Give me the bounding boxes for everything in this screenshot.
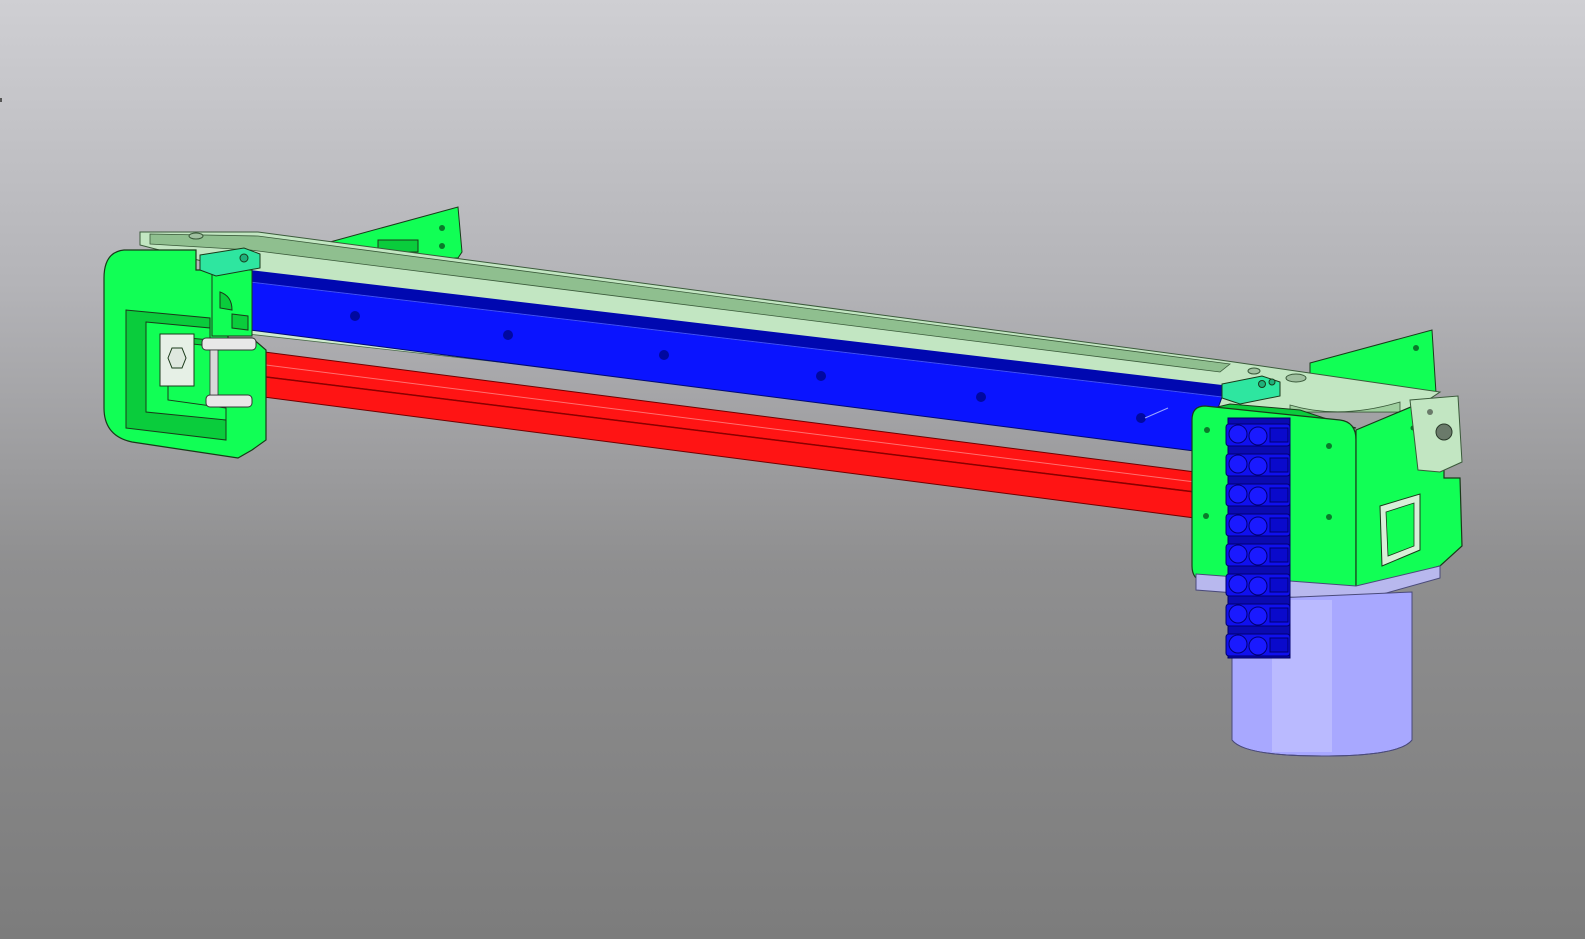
rail-mount-hole (503, 330, 513, 340)
rail-mount-hole (816, 371, 826, 381)
rail-mount-hole (1136, 413, 1146, 423)
terminal-block-level[interactable] (1225, 543, 1291, 567)
rail-mount-hole (976, 392, 986, 402)
rail-mount-hole (350, 311, 360, 321)
terminal-block-level[interactable] (1225, 633, 1291, 657)
terminal-block-level[interactable] (1225, 573, 1291, 597)
terminal-block[interactable] (1225, 417, 1291, 659)
terminal-block-level[interactable] (1225, 483, 1291, 507)
top-plate-end[interactable] (1409, 395, 1463, 473)
terminal-block-level[interactable] (1225, 453, 1291, 477)
rail-mount-hole (659, 350, 669, 360)
cad-3d-viewport[interactable] (0, 0, 1585, 939)
terminal-block-level[interactable] (1225, 423, 1291, 447)
viewport-edge-marker (0, 98, 2, 102)
terminal-block-level[interactable] (1225, 603, 1291, 627)
terminal-block-level[interactable] (1225, 513, 1291, 537)
cad-model-scene[interactable] (0, 0, 1585, 939)
left-bracket[interactable] (103, 249, 267, 459)
